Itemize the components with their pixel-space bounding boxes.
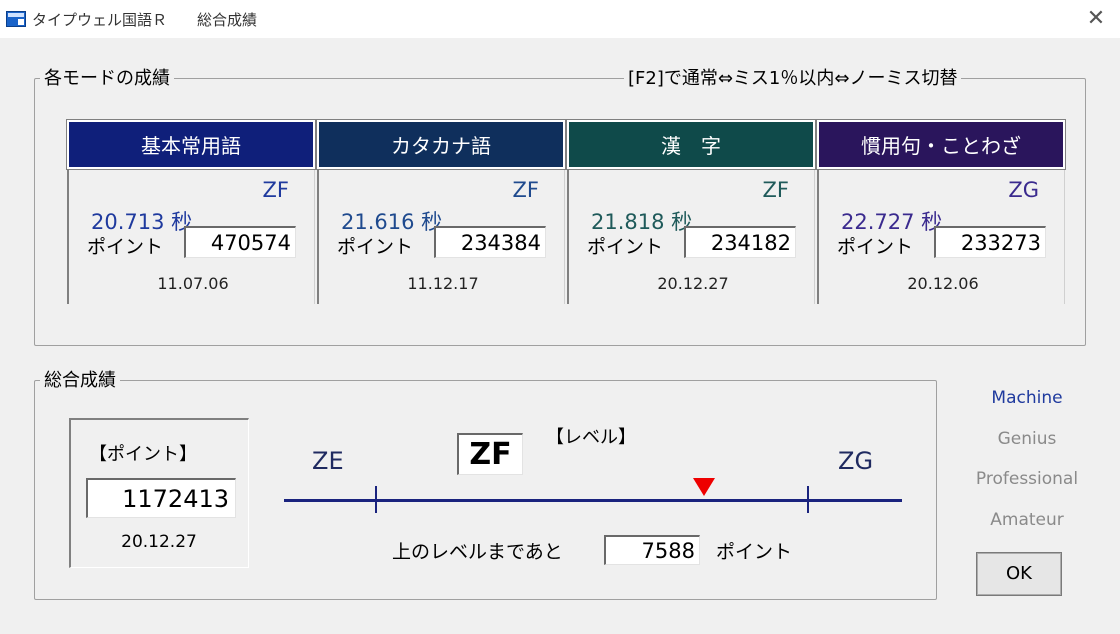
rank-machine: Machine: [991, 388, 1063, 408]
mode-card-basic: 基本常用語 20.713 秒 ZF ポイント 470574 11.07.06: [66, 119, 317, 304]
mode-level: ZF: [762, 178, 789, 202]
mode-header: 漢 字: [566, 119, 816, 170]
rank-professional: Professional: [975, 469, 1079, 489]
mode-body: 20.713 秒 ZF ポイント 470574 11.07.06: [67, 170, 315, 304]
overall-group-label: 総合成績: [40, 370, 120, 392]
mode-level: ZF: [262, 178, 289, 202]
remain-points: 7588: [604, 535, 700, 565]
mode-date: 20.12.06: [907, 274, 979, 293]
total-point-label: 【ポイント】: [89, 444, 197, 465]
scale-left-label: ZE: [312, 447, 344, 475]
mode-body: 21.616 秒 ZF ポイント 234384 11.12.17: [317, 170, 565, 304]
scale-tick-left: [375, 486, 377, 513]
current-level: ZF: [457, 433, 523, 475]
remain-label: 上のレベルまであと: [392, 541, 563, 563]
total-point-panel: 【ポイント】 1172413 20.12.27: [69, 418, 249, 568]
level-label: 【レベル】: [546, 427, 636, 448]
ok-button[interactable]: OK: [976, 552, 1062, 596]
mode-level: ZF: [512, 178, 539, 202]
total-points: 1172413: [86, 478, 236, 518]
mode-header: 慣用句・ことわざ: [816, 119, 1066, 170]
mode-date: 11.07.06: [157, 274, 229, 293]
mode-date: 20.12.27: [657, 274, 729, 293]
mode-points: 234384: [434, 226, 546, 258]
progress-marker-icon: [693, 478, 716, 496]
point-label: ポイント: [837, 236, 914, 258]
toggle-hint: [F2]で通常⇔ミス1％以内⇔ノーミス切替: [624, 68, 962, 90]
point-label: ポイント: [87, 236, 164, 258]
rank-genius: Genius: [997, 429, 1057, 449]
mode-card-kanji: 漢 字 21.818 秒 ZF ポイント 234182 20.12.27: [566, 119, 817, 304]
mode-body: 22.727 秒 ZG ポイント 233273 20.12.06: [817, 170, 1065, 304]
modes-group-label: 各モードの成績: [40, 68, 174, 90]
mode-header: 基本常用語: [66, 119, 316, 170]
mode-points: 234182: [684, 226, 796, 258]
mode-level: ZG: [1008, 178, 1039, 202]
point-label: ポイント: [337, 236, 414, 258]
mode-points: 470574: [184, 226, 296, 258]
scale-tick-right: [807, 486, 809, 513]
mode-card-idioms: 慣用句・ことわざ 22.727 秒 ZG ポイント 233273 20.12.0…: [816, 119, 1067, 304]
app-icon: [6, 11, 26, 27]
rank-amateur: Amateur: [990, 510, 1064, 530]
point-label: ポイント: [587, 236, 664, 258]
title-bar: タイプウェル国語Ｒ 総合成績 ✕: [0, 0, 1120, 38]
mode-card-katakana: カタカナ語 21.616 秒 ZF ポイント 234384 11.12.17: [316, 119, 567, 304]
remain-unit: ポイント: [716, 541, 793, 563]
mode-body: 21.818 秒 ZF ポイント 234182 20.12.27: [567, 170, 815, 304]
mode-points: 233273: [934, 226, 1046, 258]
window-title: タイプウェル国語Ｒ 総合成績: [32, 11, 258, 29]
total-date: 20.12.27: [121, 532, 197, 552]
close-button[interactable]: ✕: [1078, 4, 1114, 34]
mode-header: カタカナ語: [316, 119, 566, 170]
mode-date: 11.12.17: [407, 274, 479, 293]
modes-table: 基本常用語 20.713 秒 ZF ポイント 470574 11.07.06 カ…: [66, 119, 1067, 304]
scale-right-label: ZG: [838, 447, 874, 475]
